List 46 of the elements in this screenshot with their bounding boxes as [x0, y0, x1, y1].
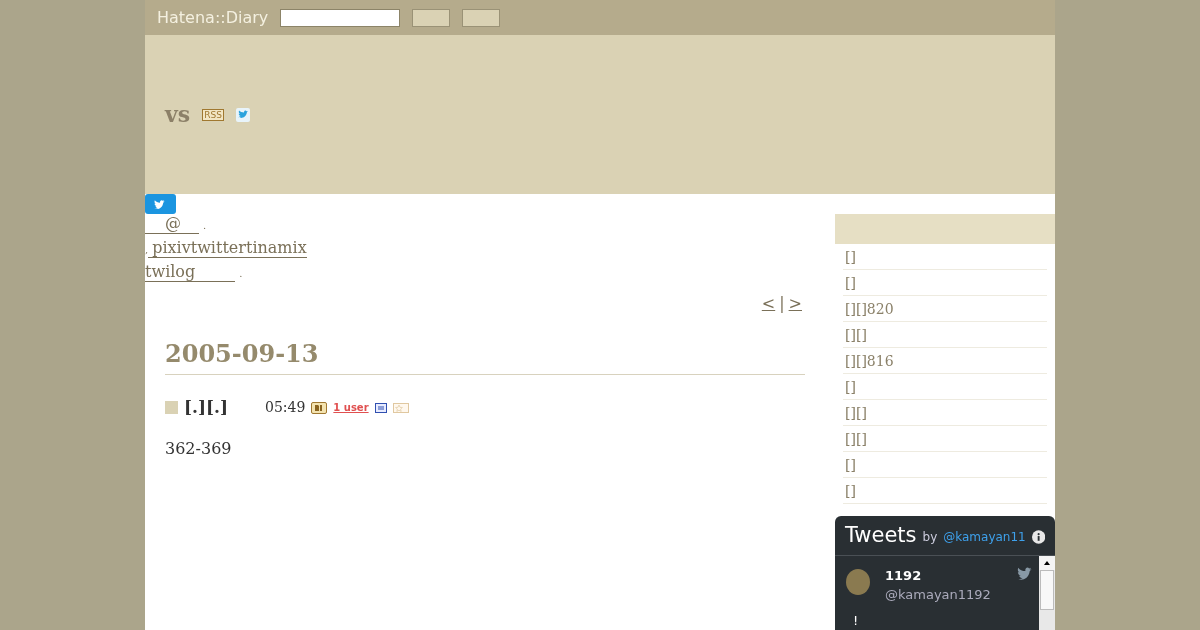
- pager-separator: |: [779, 293, 785, 315]
- site-logo[interactable]: Hatena::Diary: [157, 5, 269, 30]
- sidebar-link[interactable]: []: [843, 374, 1047, 400]
- bird-icon[interactable]: [235, 107, 250, 122]
- tweet-handle[interactable]: @kamayan1192: [885, 585, 991, 605]
- tweet-author[interactable]: 1192: [885, 565, 991, 585]
- previous-link[interactable]: <: [761, 292, 776, 316]
- entry-body: 362-369: [165, 437, 233, 460]
- bookmark-count[interactable]: 1 user: [333, 400, 369, 416]
- comment-icon[interactable]: [374, 402, 387, 413]
- sidebar-link[interactable]: [][]: [843, 400, 1047, 426]
- diary-title[interactable]: vs: [165, 98, 191, 131]
- widget-title: Tweets: [845, 521, 917, 549]
- widget-handle[interactable]: @kamayan11: [943, 528, 1026, 547]
- entry-time: 05:49: [265, 398, 306, 418]
- rss-badge[interactable]: RSS: [202, 108, 224, 121]
- scrollbar[interactable]: [1039, 555, 1055, 630]
- entry-title[interactable]: [.][.]: [184, 395, 259, 421]
- sidebar-link[interactable]: [][]: [843, 322, 1047, 348]
- profile-link[interactable]: pixivtwittertinamix: [148, 239, 307, 258]
- avatar-icon[interactable]: [845, 567, 871, 596]
- widget-by: by: [922, 529, 938, 547]
- sidebar-link[interactable]: []: [843, 478, 1047, 504]
- square-icon: [165, 401, 178, 415]
- punctuation: .: [203, 219, 207, 233]
- star-add-icon[interactable]: [392, 402, 409, 413]
- sidebar-link[interactable]: [][]820: [843, 296, 1047, 322]
- sidebar-link[interactable]: []: [843, 452, 1047, 478]
- profile-link[interactable]: twilog: [145, 263, 236, 282]
- punctuation: .: [239, 267, 243, 281]
- profile-link[interactable]: @: [145, 215, 199, 234]
- date-heading[interactable]: 2005-09-13: [165, 339, 319, 368]
- tweet-button[interactable]: [145, 194, 176, 214]
- next-link[interactable]: >: [788, 292, 802, 316]
- search-field[interactable]: [280, 8, 401, 27]
- search-button[interactable]: [412, 8, 451, 27]
- sidebar-link[interactable]: [][]: [843, 426, 1047, 452]
- info-icon[interactable]: [1031, 530, 1045, 545]
- scroll-thumb[interactable]: [1040, 569, 1054, 610]
- sidebar-link[interactable]: []: [843, 270, 1047, 296]
- punctuation: ,: [145, 243, 149, 257]
- bookmark-icon[interactable]: [311, 401, 328, 414]
- sidebar-link[interactable]: [][]816: [843, 348, 1047, 374]
- sidebar-link[interactable]: []: [843, 244, 1047, 270]
- tweet-text: !: [852, 611, 860, 630]
- login-button[interactable]: [462, 8, 501, 27]
